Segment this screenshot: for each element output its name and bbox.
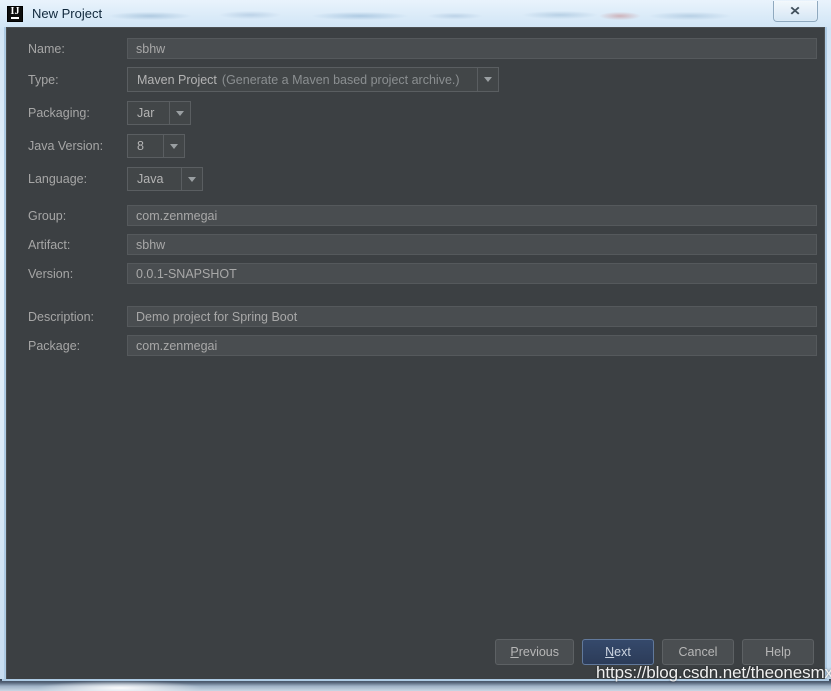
language-value: Java (137, 172, 164, 186)
next-button-mnemonic: N (605, 645, 615, 659)
close-button[interactable]: ✕ (773, 1, 818, 22)
language-combobox-arrow[interactable] (181, 168, 202, 190)
form-row-language: Language: Java (28, 167, 818, 191)
java-version-combobox[interactable]: 8 (127, 134, 185, 158)
chevron-down-icon (176, 110, 184, 116)
language-combobox[interactable]: Java (127, 167, 203, 191)
form-row-java-version: Java Version: 8 (28, 134, 818, 158)
packaging-value: Jar (137, 106, 155, 120)
label-type: Type: (28, 72, 59, 87)
group-input[interactable]: com.zenmegai (127, 205, 817, 226)
label-java-version: Java Version: (28, 139, 104, 153)
artifact-input[interactable]: sbhw (127, 234, 817, 255)
package-input[interactable]: com.zenmegai (127, 335, 817, 356)
label-name: Name: (28, 41, 65, 56)
next-button-label: ext (614, 645, 631, 659)
packaging-combobox-arrow[interactable] (169, 102, 190, 124)
previous-button[interactable]: Previous (495, 639, 574, 665)
form-row-type: Type: Maven Project (Generate a Maven ba… (28, 67, 818, 92)
form-row-description: Description: Demo project for Spring Boo… (28, 306, 818, 327)
chevron-down-icon (170, 143, 178, 149)
type-combobox[interactable]: Maven Project (Generate a Maven based pr… (127, 67, 499, 92)
help-button[interactable]: Help (742, 639, 814, 665)
close-icon: ✕ (789, 4, 802, 18)
previous-button-mnemonic: P (510, 645, 519, 659)
dialog-content: Name: sbhw Type: Maven Project (Generate… (6, 27, 825, 682)
cancel-button[interactable]: Cancel (662, 639, 734, 665)
window-titlebar[interactable]: IJ New Project (0, 0, 831, 27)
next-button[interactable]: Next (582, 639, 654, 665)
form-row-artifact: Artifact: sbhw (28, 234, 818, 255)
label-group: Group: (28, 208, 67, 223)
form-row-package: Package: com.zenmegai (28, 335, 818, 356)
project-form: Name: sbhw Type: Maven Project (Generate… (28, 38, 818, 356)
label-package: Package: (28, 338, 81, 353)
label-version: Version: (28, 266, 74, 281)
version-input[interactable]: 0.0.1-SNAPSHOT (127, 263, 817, 284)
type-value: Maven Project (137, 72, 217, 87)
label-description: Description: (28, 309, 94, 324)
label-packaging: Packaging: (28, 106, 90, 120)
type-hint: (Generate a Maven based project archive.… (221, 72, 460, 87)
form-row-version: Version: 0.0.1-SNAPSHOT (28, 263, 818, 284)
java-version-combobox-arrow[interactable] (163, 135, 184, 157)
watermark-text: https://blog.csdn.net/theonesmx (596, 663, 831, 682)
packaging-combobox[interactable]: Jar (127, 101, 191, 125)
name-input[interactable]: sbhw (127, 38, 817, 59)
window-title: New Project (32, 6, 103, 21)
label-artifact: Artifact: (28, 237, 71, 252)
form-row-group: Group: com.zenmegai (28, 205, 818, 226)
chevron-down-icon (484, 77, 492, 82)
form-row-packaging: Packaging: Jar (28, 101, 818, 125)
type-combobox-arrow[interactable] (477, 68, 498, 91)
intellij-idea-icon: IJ (7, 5, 23, 22)
form-row-name: Name: sbhw (28, 38, 818, 59)
label-language: Language: (28, 172, 88, 186)
chevron-down-icon (188, 176, 196, 182)
description-input[interactable]: Demo project for Spring Boot (127, 306, 817, 327)
dialog-button-bar: Previous Next Cancel Help (7, 639, 824, 665)
new-project-dialog: Name: sbhw Type: Maven Project (Generate… (4, 27, 827, 682)
type-combobox-text: Maven Project (Generate a Maven based pr… (128, 68, 477, 91)
desktop-root: IJ New Project ✕ Name: sbhw Type: Maven … (0, 0, 831, 691)
previous-button-label: revious (518, 645, 559, 659)
java-version-value: 8 (137, 139, 144, 153)
